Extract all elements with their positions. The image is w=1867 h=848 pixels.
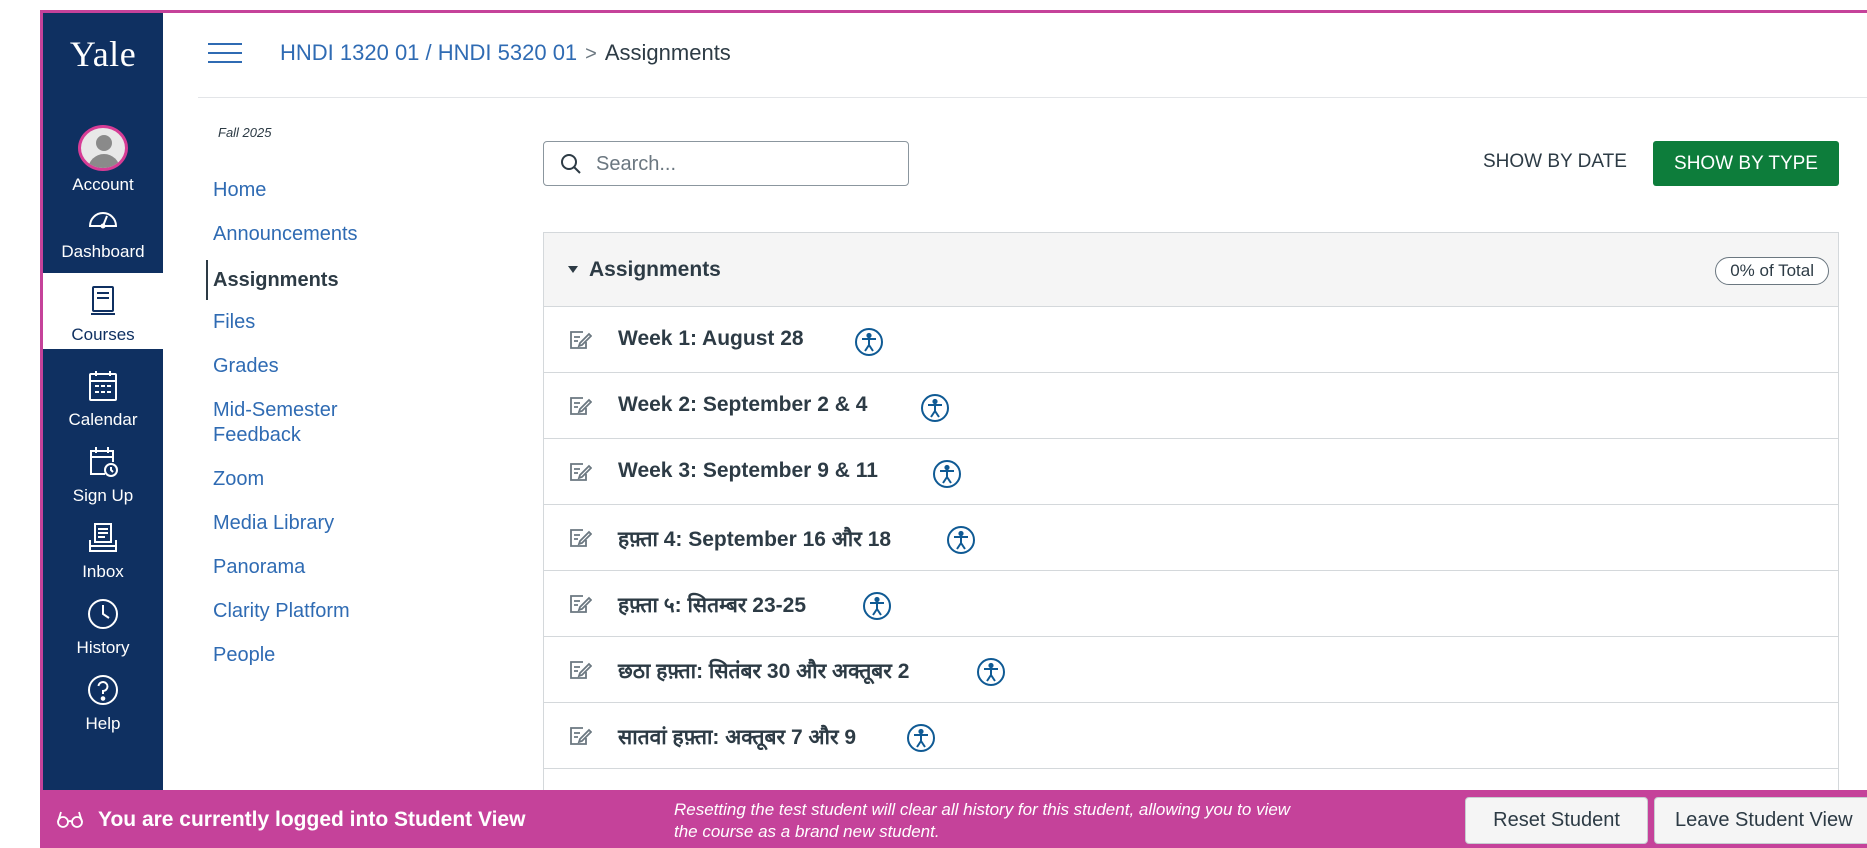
account-avatar-icon [78, 125, 128, 171]
global-nav-history[interactable]: History [43, 586, 163, 662]
assignment-row[interactable]: हफ़्ता ५: सितम्बर 23-25 [544, 571, 1838, 637]
assignment-title[interactable]: Week 2: September 2 & 4 [618, 393, 867, 417]
course-nav-zoom[interactable]: Zoom [206, 467, 264, 492]
course-nav: Fall 2025 Home Announcements Assignments… [198, 98, 448, 798]
assignment-icon [570, 595, 592, 613]
assignment-group-title: Assignments [589, 258, 721, 281]
assignment-title[interactable]: Week 1: August 28 [618, 327, 804, 351]
assignment-group-header[interactable]: Assignments 0% of Total [544, 233, 1838, 307]
global-nav-sign-up[interactable]: Sign Up [43, 434, 163, 510]
accessibility-icon[interactable] [862, 591, 892, 621]
leave-student-view-button[interactable]: Leave Student View [1654, 797, 1867, 844]
assignment-group: Assignments 0% of Total Week 1: August 2… [543, 232, 1839, 848]
assignment-title[interactable]: छठा हफ़्ता: सितंबर 30 और अक्तूबर 2 [618, 657, 909, 685]
course-nav-people[interactable]: People [206, 643, 275, 668]
breadcrumb-course-link[interactable]: HNDI 1320 01 / HNDI 5320 01 [280, 40, 577, 65]
help-icon [83, 670, 123, 710]
course-nav-announcements[interactable]: Announcements [206, 222, 358, 247]
global-nav-calendar[interactable]: Calendar [43, 358, 163, 434]
search-input[interactable] [596, 150, 896, 178]
sign-up-icon [83, 442, 123, 482]
global-nav-inbox[interactable]: Inbox [43, 510, 163, 586]
assignment-title[interactable]: हफ़्ता 4: September 16 और 18 [618, 525, 891, 553]
courses-icon [83, 281, 123, 321]
group-weight-badge: 0% of Total [1715, 257, 1829, 285]
accessibility-icon[interactable] [920, 393, 950, 423]
assignment-icon [570, 727, 592, 745]
assignment-row[interactable]: Week 1: August 28 [544, 307, 1838, 373]
global-nav-label: Courses [71, 325, 135, 344]
course-nav-media-library[interactable]: Media Library [206, 511, 334, 536]
course-nav-assignments[interactable]: Assignments [206, 260, 339, 300]
assignment-row[interactable]: Week 2: September 2 & 4 [544, 373, 1838, 439]
course-nav-clarity-platform[interactable]: Clarity Platform [206, 599, 350, 624]
assignment-icon [570, 463, 592, 481]
assignment-icon [570, 529, 592, 547]
assignment-row[interactable]: हफ़्ता 4: September 16 और 18 [544, 505, 1838, 571]
hamburger-menu-icon[interactable] [208, 43, 242, 65]
accessibility-icon[interactable] [946, 525, 976, 555]
search-field [543, 141, 909, 186]
global-nav-label: Help [85, 714, 121, 733]
global-nav-help[interactable]: Help [43, 662, 163, 738]
accessibility-icon[interactable] [906, 723, 936, 753]
assignment-icon [570, 661, 592, 679]
course-nav-home[interactable]: Home [206, 178, 266, 203]
global-nav-courses[interactable]: Courses [43, 273, 163, 349]
assignment-row[interactable]: Week 3: September 9 & 11 [544, 439, 1838, 505]
assignment-title[interactable]: हफ़्ता ५: सितम्बर 23-25 [618, 591, 806, 619]
assignment-icon [570, 331, 592, 349]
global-nav-label: Calendar [68, 410, 138, 429]
breadcrumb: HNDI 1320 01 / HNDI 5320 01 > Assignments [280, 40, 731, 66]
assignment-icon [570, 397, 592, 415]
course-nav-grades[interactable]: Grades [206, 354, 279, 379]
page-header: HNDI 1320 01 / HNDI 5320 01 > Assignments [198, 13, 1867, 98]
inbox-icon [83, 518, 123, 558]
dashboard-icon [83, 198, 123, 238]
assignment-row[interactable]: छठा हफ़्ता: सितंबर 30 और अक्तूबर 2 [544, 637, 1838, 703]
global-nav-dashboard[interactable]: Dashboard [43, 190, 163, 266]
assignment-row[interactable]: सातवां हफ़्ता: अक्तूबर 7 और 9 [544, 703, 1838, 769]
search-icon [561, 154, 581, 174]
show-by-type-button[interactable]: SHOW BY TYPE [1653, 141, 1839, 186]
student-view-description: Resetting the test student will clear al… [674, 800, 1291, 841]
global-nav-label: Dashboard [61, 242, 145, 261]
collapse-caret-icon[interactable] [568, 266, 578, 273]
breadcrumb-separator: > [585, 43, 597, 65]
term-label: Fall 2025 [218, 125, 272, 140]
assignment-title[interactable]: सातवां हफ़्ता: अक्तूबर 7 और 9 [618, 723, 856, 751]
calendar-icon [83, 366, 123, 406]
reset-student-button[interactable]: Reset Student [1465, 797, 1648, 844]
course-nav-files[interactable]: Files [206, 310, 255, 335]
breadcrumb-current: Assignments [604, 40, 731, 65]
global-nav-label: Inbox [82, 562, 124, 581]
glasses-icon [57, 811, 83, 828]
history-icon [83, 594, 123, 634]
global-nav-label: Sign Up [72, 486, 134, 505]
global-nav: Yale Account Dashboard Courses Calendar [43, 13, 163, 793]
show-by-date-button[interactable]: SHOW BY DATE [1483, 151, 1627, 173]
course-nav-panorama[interactable]: Panorama [206, 555, 305, 580]
student-view-bar: You are currently logged into Student Vi… [40, 790, 1867, 848]
app-frame: Yale Account Dashboard Courses Calendar [40, 10, 1867, 848]
course-nav-mid-semester-feedback[interactable]: Mid-Semester Feedback [206, 398, 396, 448]
accessibility-icon[interactable] [854, 327, 884, 357]
yale-logo[interactable]: Yale [43, 33, 163, 75]
assignment-title[interactable]: Week 3: September 9 & 11 [618, 459, 878, 483]
global-nav-label: History [76, 638, 130, 657]
accessibility-icon[interactable] [976, 657, 1006, 687]
accessibility-icon[interactable] [932, 459, 962, 489]
student-view-label: You are currently logged into Student Vi… [98, 808, 526, 831]
